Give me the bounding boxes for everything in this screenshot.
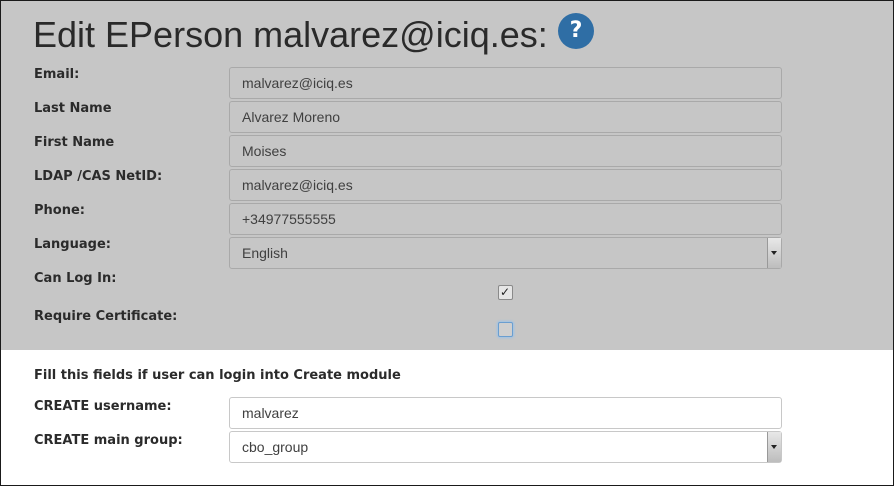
require-certificate-checkbox[interactable] xyxy=(498,322,513,337)
page-title: Edit EPerson malvarez@iciq.es: xyxy=(33,14,548,55)
email-label: Email: xyxy=(34,67,80,82)
chevron-down-icon[interactable] xyxy=(767,432,781,462)
require-certificate-label: Require Certificate: xyxy=(34,309,178,324)
help-icon[interactable]: ? xyxy=(558,13,594,49)
email-field[interactable]: malvarez@iciq.es xyxy=(229,67,782,99)
last-name-label: Last Name xyxy=(34,101,112,116)
phone-label: Phone: xyxy=(34,203,85,218)
checkmark-icon: ✓ xyxy=(500,285,511,299)
create-main-group-select[interactable]: cbo_group xyxy=(229,431,782,463)
create-main-group-label: CREATE main group: xyxy=(34,433,183,448)
first-name-label: First Name xyxy=(34,135,115,150)
language-select-value: English xyxy=(242,245,288,261)
create-module-note: Fill this fields if user can login into … xyxy=(34,368,401,383)
create-username-label: CREATE username: xyxy=(34,399,172,414)
language-select[interactable]: English xyxy=(229,237,782,269)
can-log-in-label: Can Log In: xyxy=(34,271,117,286)
create-username-input[interactable]: malvarez xyxy=(229,397,782,429)
phone-field[interactable]: +34977555555 xyxy=(229,203,782,235)
can-log-in-checkbox[interactable]: ✓ xyxy=(498,285,513,300)
chevron-down-icon[interactable] xyxy=(767,238,781,268)
create-main-group-value: cbo_group xyxy=(242,439,309,455)
first-name-field[interactable]: Moises xyxy=(229,135,782,167)
netid-field[interactable]: malvarez@iciq.es xyxy=(229,169,782,201)
language-label: Language: xyxy=(34,237,111,252)
edit-eperson-window: Edit EPerson malvarez@iciq.es: ? Email: … xyxy=(0,0,894,486)
eperson-details-panel: Edit EPerson malvarez@iciq.es: ? Email: … xyxy=(1,1,893,350)
last-name-field[interactable]: Alvarez Moreno xyxy=(229,101,782,133)
netid-label: LDAP /CAS NetID: xyxy=(34,169,163,184)
